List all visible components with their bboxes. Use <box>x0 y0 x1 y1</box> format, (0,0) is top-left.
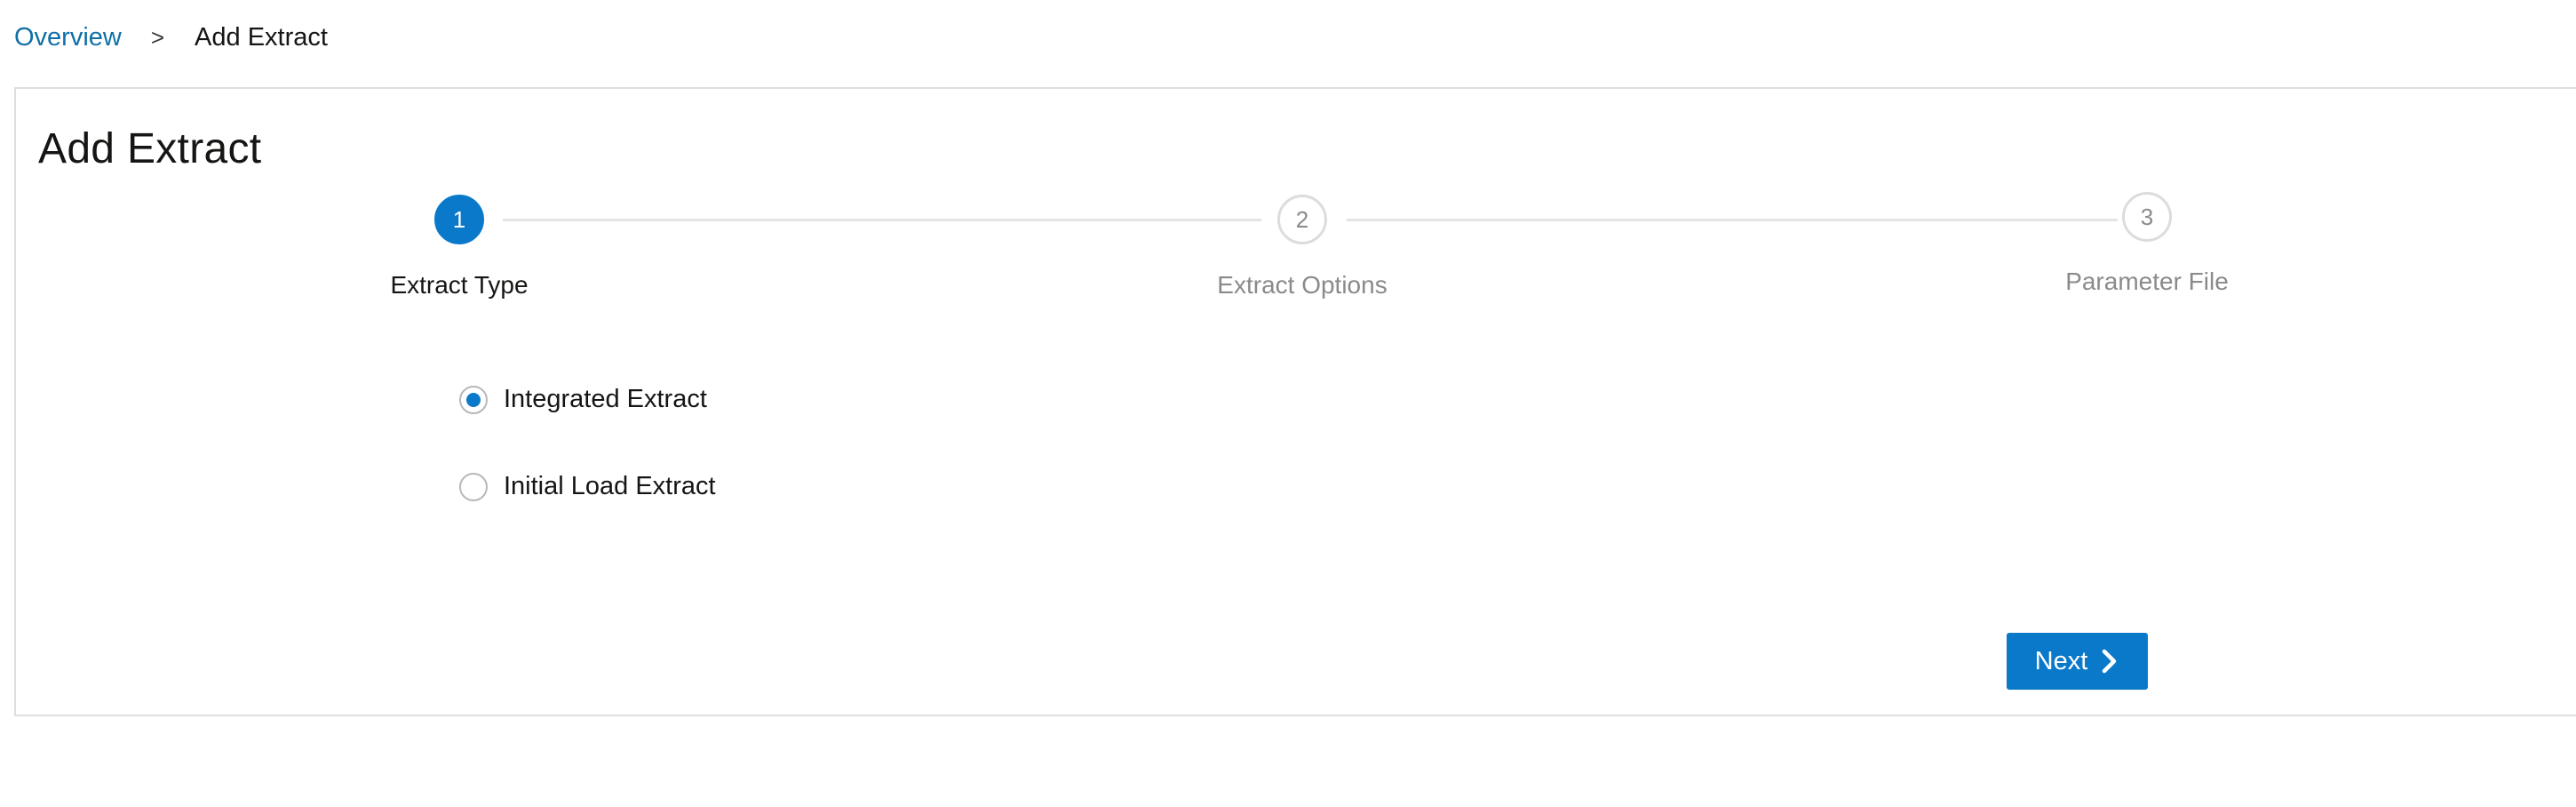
train-connector-2-3 <box>1347 219 2118 221</box>
breadcrumb-separator: > <box>150 23 165 51</box>
radio-initial-load-extract[interactable]: Initial Load Extract <box>459 472 716 501</box>
radio-button-unchecked[interactable] <box>459 472 488 501</box>
breadcrumb-link-overview[interactable]: Overview <box>14 23 122 52</box>
next-button-label: Next <box>2034 646 2088 675</box>
radio-integrated-extract[interactable]: Integrated Extract <box>459 385 707 414</box>
breadcrumb: Overview > Add Extract <box>14 21 328 53</box>
radio-button-checked[interactable] <box>459 385 488 414</box>
train-step-3-label: Parameter File <box>2065 268 2229 295</box>
train-connector-1-2 <box>503 219 1261 221</box>
add-extract-panel: Add Extract 1 2 3 Extract Type Extract O… <box>14 87 2576 716</box>
train-step-1-label: Extract Type <box>390 271 529 299</box>
page-title: Add Extract <box>38 125 262 172</box>
chevron-right-icon <box>2103 649 2117 674</box>
train-step-3-circle[interactable]: 3 <box>2122 192 2172 242</box>
radio-label-integrated-extract: Integrated Extract <box>504 385 707 413</box>
next-button[interactable]: Next <box>2007 633 2148 690</box>
train-step-1-circle[interactable]: 1 <box>434 195 484 244</box>
radio-label-initial-load-extract: Initial Load Extract <box>504 472 716 500</box>
train-step-2-label: Extract Options <box>1217 271 1387 299</box>
breadcrumb-current: Add Extract <box>195 22 328 52</box>
train-step-2-circle[interactable]: 2 <box>1277 195 1327 244</box>
